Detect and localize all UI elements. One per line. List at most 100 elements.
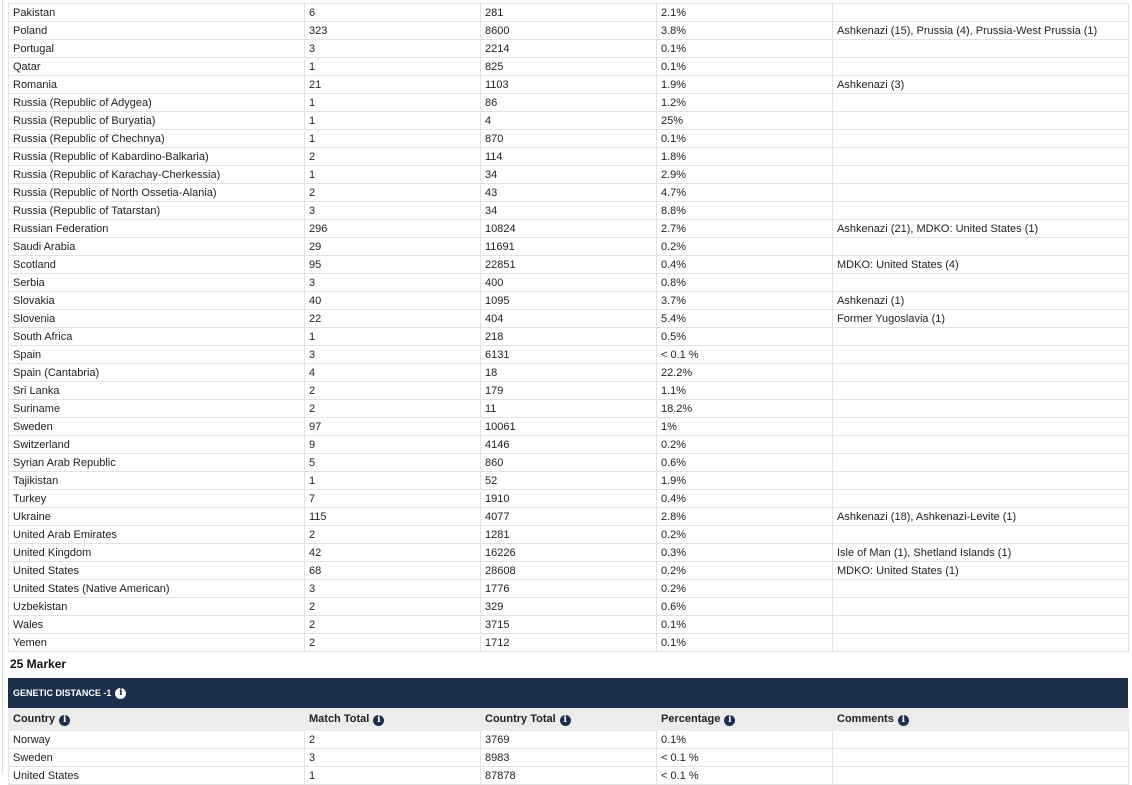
percentage-cell: 0.6% bbox=[656, 597, 833, 616]
match-total-cell: 95 bbox=[304, 255, 481, 274]
country-total-cell: 218 bbox=[480, 327, 657, 346]
country-total-cell: 16226 bbox=[480, 543, 657, 562]
table-row: Sweden 97 10061 1% bbox=[8, 417, 1129, 436]
column-header-percentage[interactable]: Percentage i bbox=[656, 708, 833, 731]
country-total-cell: 4 bbox=[480, 111, 657, 130]
info-icon[interactable]: i bbox=[559, 715, 571, 726]
comments-cell: MDKO: United States (4) bbox=[832, 255, 1129, 274]
country-total-cell: 179 bbox=[480, 381, 657, 400]
percentage-cell: 0.1% bbox=[656, 633, 833, 652]
comments-cell bbox=[832, 201, 1129, 220]
comments-cell bbox=[832, 748, 1129, 767]
match-total-cell: 3 bbox=[304, 39, 481, 58]
country-total-cell: 1103 bbox=[480, 75, 657, 94]
percentage-cell: 0.2% bbox=[656, 435, 833, 454]
table-row: Ukraine 115 4077 2.8% Ashkenazi (18), Ashken… bbox=[8, 507, 1129, 526]
comments-cell bbox=[832, 147, 1129, 166]
comments-cell: Ashkenazi (3) bbox=[832, 75, 1129, 94]
country-total-cell: 3769 bbox=[480, 730, 657, 749]
column-header-country[interactable]: Country i bbox=[8, 708, 305, 731]
comments-cell bbox=[832, 129, 1129, 148]
country-total-cell: 87878 bbox=[480, 766, 657, 785]
percentage-cell: 3.7% bbox=[656, 291, 833, 310]
country-cell: Pakistan bbox=[8, 3, 305, 22]
info-icon[interactable]: i bbox=[724, 715, 736, 726]
percentage-cell: 1.9% bbox=[656, 471, 833, 490]
percentage-cell: 5.4% bbox=[656, 309, 833, 328]
table-row: Yemen 2 1712 0.1% bbox=[8, 633, 1129, 652]
country-cell: Portugal bbox=[8, 39, 305, 58]
percentage-cell: 1.9% bbox=[656, 75, 833, 94]
table-row: Tajikistan 1 52 1.9% bbox=[8, 471, 1129, 490]
country-cell: Poland bbox=[8, 21, 305, 40]
percentage-cell: 0.6% bbox=[656, 453, 833, 472]
comments-cell: Ashkenazi (15), Prussia (4), Prussia-Wes… bbox=[832, 21, 1129, 40]
percentage-cell: 22.2% bbox=[656, 363, 833, 382]
country-total-cell: 860 bbox=[480, 453, 657, 472]
column-header-label: Percentage bbox=[661, 713, 721, 725]
info-icon[interactable]: i bbox=[115, 687, 127, 699]
percentage-cell: 2.7% bbox=[656, 219, 833, 238]
column-header-match-total[interactable]: Match Total i bbox=[304, 708, 481, 731]
percentage-cell: 0.3% bbox=[656, 543, 833, 562]
match-total-cell: 3 bbox=[304, 273, 481, 292]
comments-cell bbox=[832, 435, 1129, 454]
match-total-cell: 2 bbox=[304, 381, 481, 400]
country-cell: Sweden bbox=[8, 748, 305, 767]
match-total-cell: 2 bbox=[304, 633, 481, 652]
table-row: Slovakia 40 1095 3.7% Ashkenazi (1) bbox=[8, 291, 1129, 310]
percentage-cell: 0.2% bbox=[656, 579, 833, 598]
country-cell: United States bbox=[8, 766, 305, 785]
table-row: United States 1 87878 < 0.1 % bbox=[8, 766, 1129, 785]
comments-cell: Isle of Man (1), Shetland Islands (1) bbox=[832, 543, 1129, 562]
country-total-cell: 404 bbox=[480, 309, 657, 328]
country-total-cell: 3715 bbox=[480, 615, 657, 634]
country-total-cell: 400 bbox=[480, 273, 657, 292]
table-row: United Kingdom 42 16226 0.3% Isle of Man (1)… bbox=[8, 543, 1129, 562]
comments-cell bbox=[832, 273, 1129, 292]
country-total-cell: 825 bbox=[480, 57, 657, 76]
table-row: Russia (Republic of Karachay-Cherkessia)… bbox=[8, 165, 1129, 184]
info-icon[interactable]: i bbox=[897, 715, 909, 726]
column-header-country-total[interactable]: Country Total i bbox=[480, 708, 657, 731]
column-header-comments[interactable]: Comments i bbox=[832, 708, 1129, 731]
match-total-cell: 3 bbox=[304, 748, 481, 767]
table-row: Russia (Republic of North Ossetia-Alania… bbox=[8, 183, 1129, 202]
table-row: Qatar 1 825 0.1% bbox=[8, 57, 1129, 76]
country-cell: United Kingdom bbox=[8, 543, 305, 562]
country-cell: Ukraine bbox=[8, 507, 305, 526]
country-cell: United States bbox=[8, 561, 305, 580]
comments-cell: Ashkenazi (21), MDKO: United States (1) bbox=[832, 219, 1129, 238]
country-cell: Serbia bbox=[8, 273, 305, 292]
percentage-cell: 0.8% bbox=[656, 273, 833, 292]
match-total-cell: 2 bbox=[304, 525, 481, 544]
percentage-cell: 1% bbox=[656, 417, 833, 436]
info-icon[interactable]: i bbox=[59, 715, 71, 726]
country-cell: Russia (Republic of Chechnya) bbox=[8, 129, 305, 148]
country-total-cell: 1712 bbox=[480, 633, 657, 652]
comments-cell bbox=[832, 57, 1129, 76]
country-total-cell: 114 bbox=[480, 147, 657, 166]
country-cell: South Africa bbox=[8, 327, 305, 346]
match-total-cell: 9 bbox=[304, 435, 481, 454]
country-cell: Slovakia bbox=[8, 291, 305, 310]
percentage-cell: 25% bbox=[656, 111, 833, 130]
country-total-cell: 1776 bbox=[480, 579, 657, 598]
country-total-cell: 8600 bbox=[480, 21, 657, 40]
country-cell: Russia (Republic of North Ossetia-Alania… bbox=[8, 183, 305, 202]
table-row: United Arab Emirates 2 1281 0.2% bbox=[8, 525, 1129, 544]
match-total-cell: 323 bbox=[304, 21, 481, 40]
country-cell: Spain (Cantabria) bbox=[8, 363, 305, 382]
country-total-cell: 1095 bbox=[480, 291, 657, 310]
comments-cell bbox=[832, 3, 1129, 22]
percentage-cell: 0.5% bbox=[656, 327, 833, 346]
country-cell: Russia (Republic of Adygea) bbox=[8, 93, 305, 112]
info-icon[interactable]: i bbox=[373, 715, 385, 726]
comments-cell bbox=[832, 579, 1129, 598]
match-total-cell: 42 bbox=[304, 543, 481, 562]
table-row: Norway 2 3769 0.1% bbox=[8, 730, 1129, 749]
percentage-cell: 0.1% bbox=[656, 57, 833, 76]
match-total-cell: 1 bbox=[304, 93, 481, 112]
comments-cell bbox=[832, 730, 1129, 749]
comments-cell bbox=[832, 633, 1129, 652]
